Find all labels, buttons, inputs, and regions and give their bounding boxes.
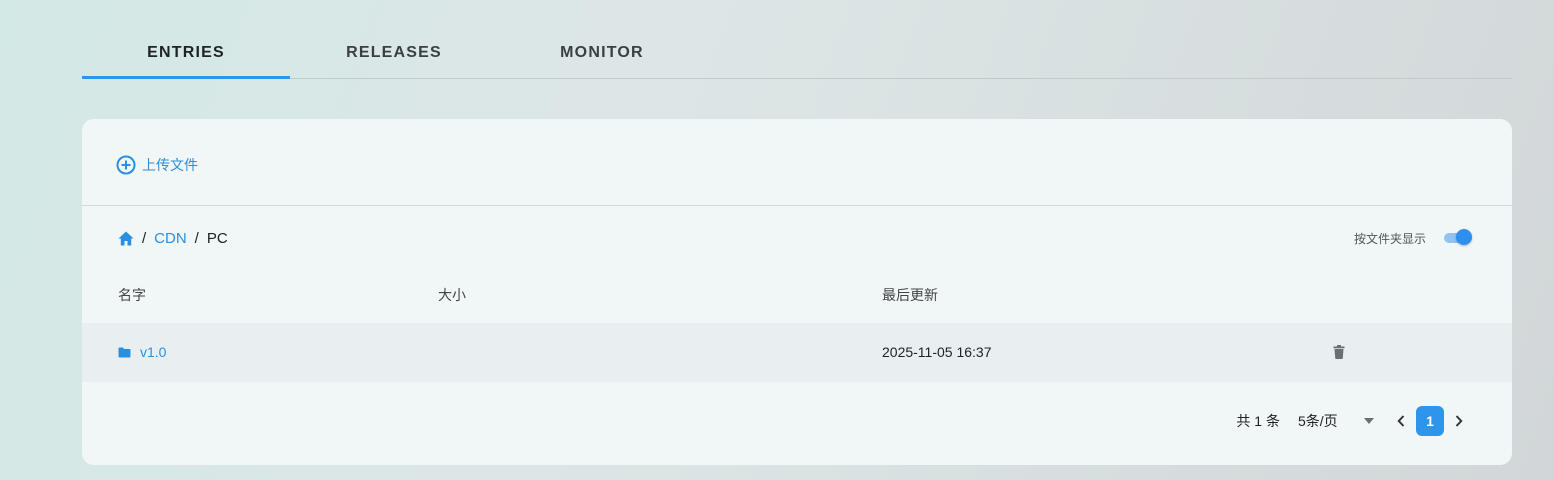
chevron-left-icon	[1397, 415, 1405, 427]
active-tab-indicator	[82, 76, 290, 79]
trash-icon	[1333, 345, 1345, 359]
column-header-size[interactable]: 大小	[438, 285, 466, 305]
page-size-select[interactable]: 5条/页	[1298, 411, 1390, 431]
pagination-total: 共 1 条	[1236, 413, 1280, 429]
breadcrumb: / CDN / PC	[118, 227, 228, 249]
breadcrumb-separator: /	[142, 229, 147, 247]
row-updated-cell: 2025-11-05 16:37	[882, 344, 992, 360]
folder-view-switch[interactable]	[1444, 229, 1472, 245]
tab-monitor[interactable]: MONITOR	[498, 24, 706, 78]
switch-knob	[1456, 229, 1472, 245]
upload-file-button[interactable]: 上传文件	[116, 153, 198, 177]
breadcrumb-item-cdn[interactable]: CDN	[154, 230, 187, 247]
column-header-updated[interactable]: 最后更新	[882, 285, 938, 305]
folder-icon	[118, 347, 131, 357]
tab-releases[interactable]: RELEASES	[290, 24, 498, 78]
breadcrumb-item-pc: PC	[206, 229, 228, 247]
pagination: 共 1 条 5条/页 1	[1236, 406, 1470, 436]
plus-circle-icon	[116, 155, 136, 175]
tab-entries[interactable]: ENTRIES	[82, 24, 290, 78]
breadcrumb-separator: /	[194, 229, 199, 247]
page-size-value: 5条/页	[1298, 413, 1338, 429]
upload-file-label: 上传文件	[142, 157, 198, 173]
chevron-right-icon	[1455, 415, 1463, 427]
caret-down-icon	[1364, 418, 1374, 424]
section-divider	[82, 205, 1512, 206]
file-browser-card: 上传文件 / CDN / PC 按文件夹显示 名字 大小 最后更新 v1.0 2…	[82, 119, 1512, 465]
table-row[interactable]: v1.0 2025-11-05 16:37	[82, 323, 1512, 382]
next-page-button[interactable]	[1448, 406, 1470, 436]
table-header: 名字 大小 最后更新	[82, 279, 1512, 309]
tab-bar: ENTRIES RELEASES MONITOR	[82, 24, 1512, 79]
folder-view-toggle-group: 按文件夹显示	[1354, 227, 1472, 249]
row-name-cell[interactable]: v1.0	[118, 344, 166, 360]
delete-button[interactable]	[1333, 345, 1345, 362]
home-icon[interactable]	[118, 231, 134, 246]
column-header-name[interactable]: 名字	[118, 285, 146, 305]
row-name-label: v1.0	[140, 344, 167, 360]
folder-view-label: 按文件夹显示	[1353, 231, 1426, 246]
prev-page-button[interactable]	[1390, 406, 1412, 436]
page-number-current[interactable]: 1	[1416, 406, 1444, 436]
